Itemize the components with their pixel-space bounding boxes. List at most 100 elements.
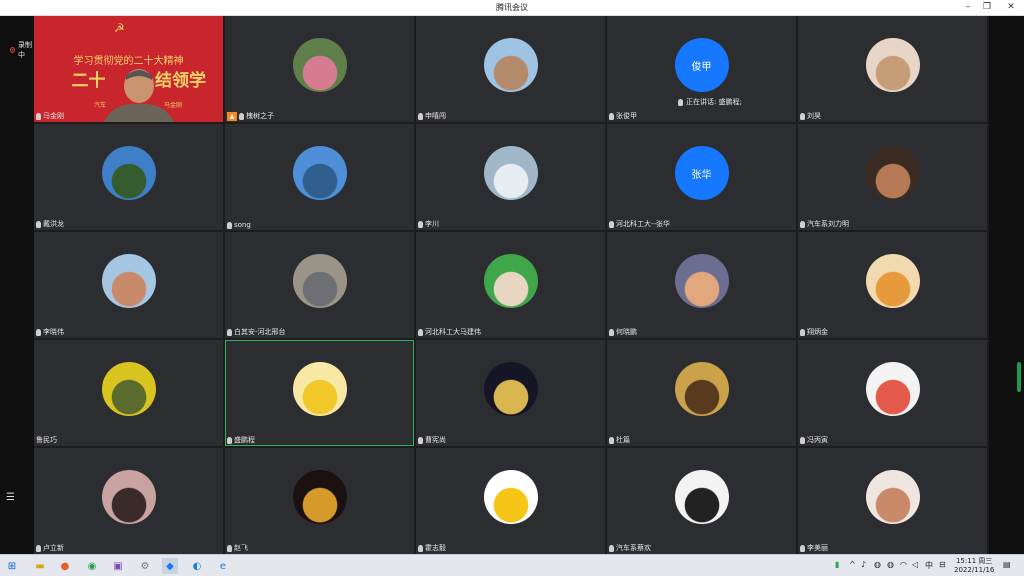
participant-tile[interactable]: 李川 [416, 124, 605, 230]
presenter-figure [104, 69, 174, 122]
start-icon[interactable]: ⊞ [4, 558, 20, 574]
record-dot-icon [10, 47, 16, 53]
avatar [483, 38, 538, 92]
settings-icon[interactable]: ⚙ [137, 558, 153, 574]
chrome-icon[interactable]: ◉ [84, 558, 100, 574]
participant-name: 李川 [418, 219, 439, 229]
participant-name-label: 李美丽 [807, 544, 828, 552]
media-icon[interactable]: ◐ [189, 558, 205, 574]
mic-icon [418, 436, 423, 444]
mic-icon [36, 544, 41, 552]
participant-name-label: 杜篇 [616, 436, 630, 444]
mic-icon [227, 328, 232, 336]
participant-tile[interactable]: song [225, 124, 414, 230]
avatar [101, 254, 156, 308]
avatar [865, 470, 920, 524]
participant-name: 白其安-河北邢台 [227, 327, 286, 337]
participant-name: 曹宪尚 [418, 435, 446, 445]
mic-icon [609, 328, 614, 336]
close-icon[interactable]: ✕ [1004, 1, 1018, 14]
participant-tile[interactable]: 鲁民巧 [34, 340, 223, 446]
tencent-meeting-icon[interactable]: ◆ [162, 558, 178, 574]
mic-icon [227, 544, 232, 552]
mic-icon [36, 220, 41, 228]
notification-icon[interactable]: ▤ [1003, 560, 1011, 569]
mic-icon [800, 436, 805, 444]
left-toolbar: 录制中 ☰ [0, 16, 34, 554]
participant-name-label: 李川 [425, 220, 439, 228]
participant-tile[interactable]: 李美丽 [798, 448, 987, 554]
keyboard-icon[interactable]: ⊟ [939, 560, 946, 569]
mic-icon [36, 112, 41, 120]
app-icon[interactable]: ▣ [110, 558, 126, 574]
scrollbar[interactable] [1017, 362, 1021, 392]
participant-tile[interactable]: 曹宪尚 [416, 340, 605, 446]
mic-icon [418, 544, 423, 552]
participant-tile[interactable]: 杜篇 [607, 340, 796, 446]
wifi-icon[interactable]: ◠ [900, 560, 907, 569]
participant-name: song [227, 221, 251, 229]
battery-icon[interactable]: ▮ [835, 560, 839, 569]
participant-tile[interactable]: 汽车系刘力明 [798, 124, 987, 230]
mic-icon [418, 112, 423, 120]
folder-icon[interactable]: ▬ [32, 558, 48, 574]
tray-mic-icon[interactable]: ♪ [861, 560, 866, 569]
ime-label[interactable]: 中 [925, 560, 933, 571]
participant-tile[interactable]: 盛鹏程 [225, 340, 414, 446]
participant-name: 何晓鹏 [609, 327, 637, 337]
mic-icon [609, 436, 614, 444]
participant-name: 李美丽 [800, 543, 828, 553]
participant-tile[interactable]: 卢立新 [34, 448, 223, 554]
participant-tile[interactable]: 刘昊 [798, 16, 987, 122]
volume-icon[interactable]: ◁ [912, 560, 918, 569]
mic-icon [418, 328, 423, 336]
clock[interactable]: 15:11 周三 2022/11/16 [954, 557, 994, 575]
participant-tile[interactable]: 河北科工大马建伟 [416, 232, 605, 338]
participant-name-label: song [234, 221, 251, 229]
participant-tile[interactable]: 霍志毅 [416, 448, 605, 554]
participant-tile[interactable]: 汽车系蔡欢 [607, 448, 796, 554]
participant-tile[interactable]: ☭ 学习贯彻党的二十大精神 二十 结领学 汽车 马金刚 马金刚 [34, 16, 223, 122]
recording-indicator[interactable]: 录制中 [10, 40, 34, 60]
recording-label: 录制中 [18, 41, 33, 59]
participant-tile[interactable]: 张华 河北科工大--张华 [607, 124, 796, 230]
tray-app-icon[interactable]: ◍ [874, 560, 881, 569]
avatar [674, 470, 729, 524]
video-feed: ☭ 学习贯彻党的二十大精神 二十 结领学 汽车 马金刚 [34, 16, 223, 122]
participant-name-label: 冯丙寅 [807, 436, 828, 444]
menu-icon[interactable]: ☰ [6, 492, 15, 503]
minimize-icon[interactable]: – [961, 1, 975, 14]
participant-tile[interactable]: 赵飞 [225, 448, 414, 554]
clock-date: 2022/11/16 [954, 566, 995, 574]
participant-tile[interactable]: 翔炳金 [798, 232, 987, 338]
participant-name-label: 刘昊 [807, 112, 821, 120]
chevron-up-icon[interactable]: ^ [849, 560, 856, 569]
mic-icon [800, 112, 805, 120]
participant-name-label: 曹宪尚 [425, 436, 446, 444]
participant-tile[interactable]: 冯丙寅 [798, 340, 987, 446]
firefox-icon[interactable]: ● [57, 558, 73, 574]
participant-name: 戴洪龙 [36, 219, 64, 229]
tray-app2-icon[interactable]: ◍ [887, 560, 894, 569]
participant-name-label: 白其安-河北邢台 [234, 328, 286, 336]
clock-time: 15:11 周三 [955, 557, 993, 565]
avatar [865, 254, 920, 308]
edge-icon[interactable]: e [215, 558, 231, 574]
participant-name: 卢立新 [36, 543, 64, 553]
participant-name: 河北科工大--张华 [609, 219, 670, 229]
mic-icon [800, 544, 805, 552]
restore-icon[interactable]: ❐ [980, 1, 994, 14]
participant-tile[interactable]: ▲ 槐树之子 [225, 16, 414, 122]
participant-tile[interactable]: 白其安-河北邢台 [225, 232, 414, 338]
speaking-indicator: 正在讲话: 盛鹏程; [678, 97, 742, 107]
title-bar: 腾讯会议 – ❐ ✕ [0, 0, 1024, 16]
participant-name: 盛鹏程 [227, 435, 255, 445]
participant-tile[interactable]: 戴洪龙 [34, 124, 223, 230]
participant-tile[interactable]: 何晓鹏 [607, 232, 796, 338]
sun-icon [483, 470, 538, 524]
participant-tile[interactable]: 申嘻闯 [416, 16, 605, 122]
mic-icon [609, 220, 614, 228]
right-panel [989, 16, 1024, 554]
participant-name: 河北科工大马建伟 [418, 327, 481, 337]
participant-tile[interactable]: 李晓伟 [34, 232, 223, 338]
